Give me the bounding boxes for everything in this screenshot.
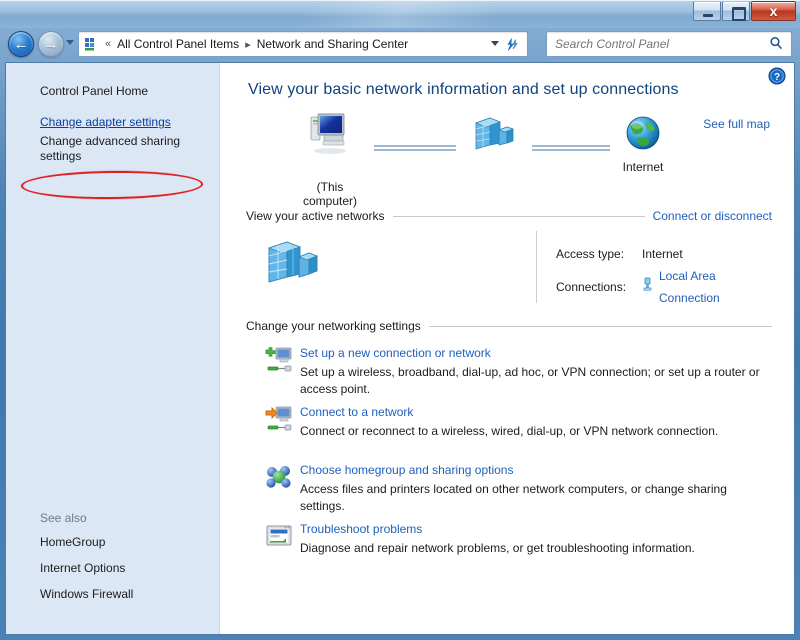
client-area: Control Panel Home Change adapter settin…	[5, 62, 795, 635]
connect-network-icon	[264, 404, 294, 434]
sidebar-item-internet-options[interactable]: Internet Options	[40, 560, 208, 577]
map-node-this-computer[interactable]: (This computer)	[290, 111, 370, 208]
back-button[interactable]: ←	[8, 31, 34, 57]
window-frame: x ← → « All Control Panel Items	[0, 0, 800, 640]
networking-settings-heading: Change your networking settings	[246, 319, 421, 333]
network-icon	[472, 113, 516, 151]
setting-desc-homegroup: Access files and printers located on oth…	[300, 481, 772, 515]
titlebar-highlight	[0, 0, 800, 1]
networking-settings-heading-row: Change your networking settings	[246, 319, 772, 333]
homegroup-icon	[264, 462, 294, 492]
map-caption-this-computer: (This computer)	[290, 180, 370, 208]
connect-or-disconnect-link[interactable]: Connect or disconnect	[653, 209, 772, 223]
sidebar-item-change-advanced-sharing-settings[interactable]: Change advanced sharing settings	[40, 133, 208, 165]
map-caption-internet: Internet	[606, 160, 680, 174]
new-connection-icon	[264, 345, 294, 375]
title-bar: x	[0, 0, 800, 28]
setting-item-connect-to-network[interactable]: Connect to a network Connect or reconnec…	[246, 404, 772, 456]
active-networks-heading-row: View your active networks Connect or dis…	[246, 209, 772, 223]
sidebar-item-windows-firewall[interactable]: Windows Firewall	[40, 586, 208, 603]
heading-rule	[429, 326, 772, 327]
active-network-icon[interactable]	[264, 235, 320, 288]
search-icon[interactable]	[769, 36, 783, 53]
sidebar: Control Panel Home Change adapter settin…	[6, 63, 220, 634]
recent-pages-chevron-icon[interactable]	[66, 40, 74, 45]
breadcrumb-separator-icon[interactable]: ▸	[241, 38, 255, 51]
sidebar-item-homegroup[interactable]: HomeGroup	[40, 534, 208, 551]
breadcrumb-item-network-and-sharing-center[interactable]: Network and Sharing Center	[255, 35, 410, 53]
networking-settings-list: Set up a new connection or network Set u…	[246, 345, 772, 573]
page-title: View your basic network information and …	[248, 81, 772, 99]
setting-item-homegroup[interactable]: Choose homegroup and sharing options Acc…	[246, 462, 772, 515]
setting-title-set-up-new-connection[interactable]: Set up a new connection or network	[300, 345, 491, 361]
sidebar-top-group: Control Panel Home Change adapter settin…	[6, 63, 219, 165]
red-ellipse-annotation	[21, 170, 203, 200]
detail-value-access-type: Internet	[642, 243, 683, 265]
see-full-map-link[interactable]: See full map	[703, 117, 770, 131]
close-icon: x	[752, 3, 795, 19]
maximize-button[interactable]	[722, 1, 750, 21]
detail-key-connections: Connections:	[556, 276, 642, 298]
breadcrumb-item-all-control-panel-items[interactable]: All Control Panel Items	[115, 35, 241, 53]
map-node-internet[interactable]: Internet	[606, 111, 680, 174]
network-map: (This computer)	[246, 111, 772, 203]
navigation-bar: ← → « All Control Panel Items ▸ Network …	[0, 28, 800, 60]
detail-row-access-type: Access type: Internet	[556, 243, 772, 265]
setting-title-connect-to-network[interactable]: Connect to a network	[300, 404, 413, 420]
heading-rule	[393, 216, 645, 217]
minimize-button[interactable]	[693, 1, 721, 21]
ethernet-adapter-icon	[642, 276, 653, 298]
detail-key-access-type: Access type:	[556, 243, 642, 265]
computer-icon	[304, 111, 356, 155]
map-connector-line-2	[532, 145, 610, 151]
map-connector-line-1	[374, 145, 456, 151]
sidebar-item-change-adapter-settings[interactable]: Change adapter settings	[40, 114, 208, 131]
address-bar[interactable]: « All Control Panel Items ▸ Network and …	[78, 31, 528, 57]
see-also-group: See also HomeGroup Internet Options Wind…	[6, 511, 219, 612]
active-network-details: Access type: Internet Connections:	[556, 243, 772, 309]
active-networks-block: Access type: Internet Connections:	[246, 229, 772, 313]
globe-icon	[621, 111, 665, 155]
active-networks-heading: View your active networks	[246, 209, 385, 223]
local-area-connection-link[interactable]: Local Area Connection	[659, 265, 772, 309]
setting-item-troubleshoot[interactable]: Troubleshoot problems Diagnose and repai…	[246, 521, 772, 573]
detail-row-connections: Connections: Local Area Connection	[556, 265, 772, 309]
window-controls: x	[693, 1, 796, 21]
setting-title-troubleshoot[interactable]: Troubleshoot problems	[300, 521, 422, 537]
forward-button[interactable]: →	[38, 31, 64, 57]
search-input[interactable]	[555, 37, 769, 51]
refresh-icon[interactable]	[504, 36, 522, 54]
setting-desc-set-up-new-connection: Set up a wireless, broadband, dial-up, a…	[300, 364, 772, 398]
setting-desc-connect-to-network: Connect or reconnect to a wireless, wire…	[300, 423, 772, 440]
control-panel-icon	[83, 36, 101, 52]
see-also-label: See also	[40, 511, 219, 525]
active-network-divider	[536, 231, 537, 303]
setting-title-homegroup[interactable]: Choose homegroup and sharing options	[300, 462, 513, 478]
back-arrow-icon: ←	[9, 35, 33, 54]
address-dropdown-icon[interactable]	[491, 41, 499, 46]
map-node-network[interactable]	[462, 113, 526, 156]
setting-item-set-up-new-connection[interactable]: Set up a new connection or network Set u…	[246, 345, 772, 398]
forward-arrow-icon: →	[39, 35, 63, 54]
help-icon[interactable]: ?	[768, 67, 786, 85]
sidebar-item-control-panel-home[interactable]: Control Panel Home	[40, 83, 208, 100]
setting-desc-troubleshoot: Diagnose and repair network problems, or…	[300, 540, 772, 557]
troubleshoot-icon	[264, 521, 294, 551]
content-pane: ? View your basic network information an…	[220, 63, 794, 634]
breadcrumb-leading-chevrons[interactable]: «	[101, 38, 115, 50]
close-button[interactable]: x	[751, 1, 796, 21]
svg-text:?: ?	[774, 72, 780, 83]
search-box[interactable]	[546, 31, 792, 57]
